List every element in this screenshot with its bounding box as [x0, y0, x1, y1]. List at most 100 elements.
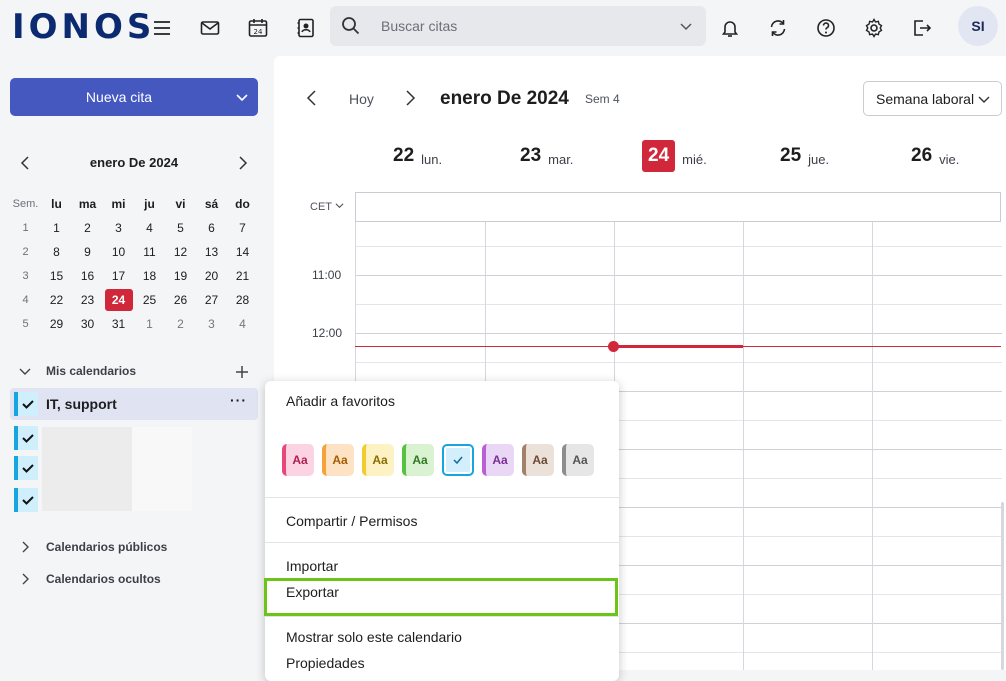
week-number[interactable]: 5	[10, 312, 41, 336]
color-swatch[interactable]: Aa	[522, 444, 554, 476]
prev-week-icon[interactable]	[303, 88, 321, 108]
day-header-tue[interactable]: 23 mar.	[520, 140, 573, 172]
mini-calendar-title: enero De 2024	[89, 155, 179, 170]
next-week-icon[interactable]	[401, 88, 419, 108]
sync-icon[interactable]	[762, 12, 794, 44]
logout-icon[interactable]	[906, 12, 938, 44]
mini-day[interactable]: 21	[227, 264, 258, 288]
mini-day[interactable]: 15	[41, 264, 72, 288]
mini-day[interactable]: 8	[41, 240, 72, 264]
bell-icon[interactable]	[714, 12, 746, 44]
check-icon	[22, 434, 34, 443]
mini-day[interactable]: 4	[227, 312, 258, 336]
mini-day[interactable]: 19	[165, 264, 196, 288]
scrollbar[interactable]	[1001, 502, 1004, 670]
calendar-checkbox[interactable]	[14, 426, 38, 450]
add-calendar-icon[interactable]	[234, 364, 250, 380]
menu-item-show-only[interactable]: Mostrar solo este calendario	[286, 629, 462, 645]
menu-item-properties[interactable]: Propiedades	[286, 655, 365, 671]
calendar-checkbox[interactable]	[14, 392, 38, 416]
more-options-icon[interactable]: ···	[230, 392, 247, 408]
mini-day[interactable]: 17	[103, 264, 134, 288]
day-header-mon[interactable]: 22 lun.	[393, 140, 442, 172]
mini-day[interactable]: 1	[134, 312, 165, 336]
week-number[interactable]: 1	[10, 216, 41, 240]
today-button[interactable]: Hoy	[349, 91, 374, 107]
hidden-calendars-header[interactable]: Calendarios ocultos	[18, 571, 161, 591]
calendar-icon[interactable]: 24	[242, 12, 274, 44]
new-appointment-label: Nueva cita	[85, 89, 153, 105]
mini-day[interactable]: 9	[72, 240, 103, 264]
mini-day[interactable]: 18	[134, 264, 165, 288]
public-calendars-header[interactable]: Calendarios públicos	[18, 539, 167, 559]
mini-day[interactable]: 3	[196, 312, 227, 336]
day-header-fri[interactable]: 26 vie.	[911, 140, 959, 172]
grid-line	[356, 333, 1002, 334]
mini-day[interactable]: 25	[134, 288, 165, 312]
mini-day[interactable]: 28	[227, 288, 258, 312]
color-swatch[interactable]: Aa	[322, 444, 354, 476]
new-appointment-button[interactable]: Nueva cita	[10, 78, 258, 116]
mini-day[interactable]: 26	[165, 288, 196, 312]
mini-day[interactable]: 11	[134, 240, 165, 264]
prev-month-icon[interactable]	[16, 153, 36, 173]
week-number[interactable]: 3	[10, 264, 41, 288]
mini-day[interactable]: 20	[196, 264, 227, 288]
ionos-logo[interactable]: IONOS	[12, 8, 155, 46]
gear-icon[interactable]	[858, 12, 890, 44]
mail-icon[interactable]	[194, 12, 226, 44]
menu-item-share-permissions[interactable]: Compartir / Permisos	[286, 513, 417, 529]
mini-day[interactable]: 14	[227, 240, 258, 264]
search-bar[interactable]: Buscar citas	[330, 6, 706, 46]
week-number[interactable]: 2	[10, 240, 41, 264]
day-header-thu[interactable]: 25 jue.	[780, 140, 829, 172]
color-swatch[interactable]: Aa	[562, 444, 594, 476]
mini-day[interactable]: 29	[41, 312, 72, 336]
menu-icon[interactable]	[146, 12, 178, 44]
view-selector[interactable]: Semana laboral	[863, 81, 1002, 116]
calendar-checkbox[interactable]	[14, 456, 38, 480]
mini-day[interactable]: 2	[72, 216, 103, 240]
color-swatch[interactable]: Aa	[282, 444, 314, 476]
mini-day[interactable]: 27	[196, 288, 227, 312]
help-icon[interactable]	[810, 12, 842, 44]
chevron-down-icon[interactable]	[234, 89, 250, 105]
menu-item-import[interactable]: Importar	[286, 558, 338, 574]
day-header-wed[interactable]: 24 mié.	[642, 140, 707, 172]
color-swatch[interactable]: Aa	[402, 444, 434, 476]
mini-day[interactable]: 31	[103, 312, 134, 336]
color-swatch[interactable]: Aa	[482, 444, 514, 476]
timezone-selector[interactable]: CET	[310, 201, 344, 213]
mini-day[interactable]: 22	[41, 288, 72, 312]
menu-item-add-favorites[interactable]: Añadir a favoritos	[286, 393, 395, 409]
mini-day[interactable]: 10	[103, 240, 134, 264]
weekday-header: ma	[78, 197, 97, 211]
mini-day[interactable]: 23	[72, 288, 103, 312]
mini-day[interactable]: 6	[196, 216, 227, 240]
mini-day[interactable]: 13	[196, 240, 227, 264]
mini-day[interactable]: 30	[72, 312, 103, 336]
chevron-down-icon[interactable]	[678, 18, 694, 34]
grid-line	[356, 362, 1002, 363]
my-calendars-header[interactable]: Mis calendarios	[18, 363, 136, 383]
color-swatch-selected[interactable]	[442, 444, 474, 476]
mini-day[interactable]: 7	[227, 216, 258, 240]
calendar-item-it-support[interactable]: IT, support ···	[10, 388, 258, 420]
avatar[interactable]: SI	[958, 6, 998, 46]
all-day-row[interactable]	[355, 192, 1001, 222]
mini-day[interactable]: 2	[165, 312, 196, 336]
search-input[interactable]: Buscar citas	[381, 18, 457, 34]
mini-day-today[interactable]: 24	[103, 288, 134, 312]
week-number[interactable]: 4	[10, 288, 41, 312]
next-month-icon[interactable]	[232, 153, 252, 173]
mini-day[interactable]: 1	[41, 216, 72, 240]
calendar-checkbox[interactable]	[14, 488, 38, 512]
mini-day[interactable]: 3	[103, 216, 134, 240]
mini-day[interactable]: 16	[72, 264, 103, 288]
contacts-icon[interactable]	[290, 12, 322, 44]
time-label: 12:00	[312, 326, 343, 340]
mini-day[interactable]: 4	[134, 216, 165, 240]
color-swatch[interactable]: Aa	[362, 444, 394, 476]
mini-day[interactable]: 12	[165, 240, 196, 264]
mini-day[interactable]: 5	[165, 216, 196, 240]
